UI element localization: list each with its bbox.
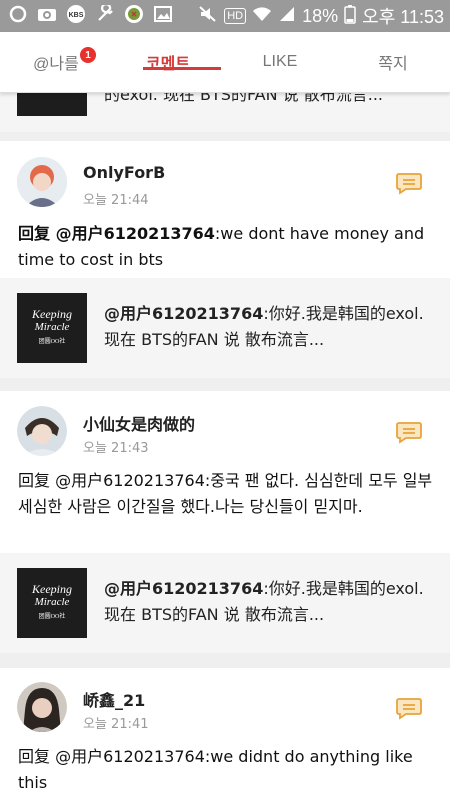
tab-like[interactable]: LIKE [224, 32, 336, 92]
svg-text:✕: ✕ [131, 10, 138, 19]
quoted-post[interactable]: 的exol. 现在 BTS的FAN 说 散布流言... [0, 85, 450, 132]
app-icon-2: ✕ [124, 4, 144, 24]
comment-text: 回复 @用户6120213764:we dont have money and … [18, 221, 438, 273]
quoted-post-text: @用户6120213764:你好.我是韩国的exol. 现在 BTS的FAN 说… [104, 304, 424, 349]
quoted-mention[interactable]: @用户6120213764 [104, 304, 263, 323]
tab-label: 코멘트 [145, 56, 191, 73]
timestamp: 오늘 21:44 [83, 193, 149, 208]
comment-card[interactable]: OnlyForB 오늘 21:44 回复 @用户6120213764:we do… [0, 141, 450, 278]
quoted-post[interactable]: Keeping Miracle 团圆OO社 @用户6120213764:你好.我是韩… [0, 553, 450, 653]
avatar[interactable] [17, 157, 67, 207]
timestamp: 오늘 21:41 [83, 717, 149, 732]
camera-icon [37, 4, 57, 24]
tab-label: 쪽지 [378, 56, 408, 73]
comment-card[interactable]: 峤鑫_21 오늘 21:41 回复 @用户6120213764:we didnt… [0, 668, 450, 800]
tab-messages[interactable]: 쪽지 [336, 32, 450, 92]
comment-card[interactable]: 小仙女是肉做的 오늘 21:43 回复 @用户6120213764:중국 팬 없… [0, 391, 450, 553]
tab-label: LIKE [262, 53, 298, 70]
username[interactable]: 峤鑫_21 [83, 687, 145, 711]
reply-mention[interactable]: 回复 @用户6120213764 [18, 747, 205, 766]
signal-icon [278, 5, 296, 28]
battery-percent: 18% [302, 5, 339, 26]
image-icon [153, 4, 173, 24]
reply-mention[interactable]: 回复 @用户6120213764 [18, 471, 205, 490]
quoted-post[interactable]: Keeping Miracle 团圆OO社 @用户6120213764:你好.我是韩… [0, 278, 450, 378]
comment-reply-icon[interactable] [395, 171, 423, 195]
username[interactable]: OnlyForB [83, 163, 165, 182]
tab-label: @나를 [33, 56, 79, 73]
tab-comments[interactable]: 코멘트 [112, 32, 224, 92]
status-bar: KBS ✕ HD 18% 오후 11:53 [0, 0, 450, 32]
timestamp: 오늘 21:43 [83, 441, 149, 456]
avatar[interactable] [17, 682, 67, 732]
wrench-icon [95, 4, 115, 24]
quoted-mention[interactable]: @用户6120213764 [104, 579, 263, 598]
quoted-post-thumbnail: Keeping Miracle 团圆OO社 [17, 568, 87, 638]
clock: 오후 11:53 [362, 7, 444, 27]
username[interactable]: 小仙女是肉做的 [83, 411, 195, 435]
comment-text: 回复 @用户6120213764:we didnt do anything li… [18, 744, 438, 796]
svg-text:KBS: KBS [69, 12, 84, 19]
active-tab-indicator [143, 67, 221, 70]
comment-text: 回复 @用户6120213764:중국 팬 없다. 심심한데 모두 일부 세심한… [18, 468, 438, 520]
quoted-post-thumbnail [17, 92, 87, 116]
quoted-post-text: @用户6120213764:你好.我是韩国的exol. 现在 BTS的FAN 说… [104, 579, 424, 624]
quoted-post-thumbnail: Keeping Miracle 团圆OO社 [17, 293, 87, 363]
comment-reply-icon[interactable] [395, 420, 423, 444]
reply-mention[interactable]: 回复 @用户6120213764 [18, 224, 215, 243]
hd-icon: HD [224, 8, 247, 24]
wifi-icon [252, 5, 272, 28]
tab-bar: @나를 1 코멘트 LIKE 쪽지 [0, 32, 450, 93]
notification-badge: 1 [80, 47, 96, 63]
app-icon: KBS [66, 4, 86, 24]
tab-mentions[interactable]: @나를 [0, 32, 112, 92]
comment-reply-icon[interactable] [395, 696, 423, 720]
mute-icon [198, 5, 218, 28]
avatar[interactable] [17, 406, 67, 456]
battery-icon [344, 4, 356, 29]
circle-icon [8, 4, 28, 24]
